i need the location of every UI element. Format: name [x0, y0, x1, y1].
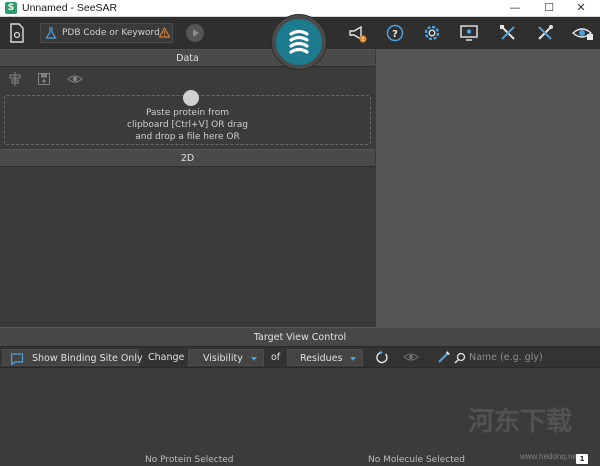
protein-status: No Protein Selected	[145, 455, 234, 465]
help-icon[interactable]: ?	[385, 23, 405, 43]
dropzone-line-1: Paste protein from	[146, 108, 229, 118]
pdb-search-field[interactable]: PDB Code or Keyword	[40, 23, 173, 43]
chevron-down-icon	[251, 357, 257, 361]
refresh-icon[interactable]	[374, 350, 389, 367]
tools-icon[interactable]	[498, 23, 518, 43]
2d-section-header[interactable]: 2D	[0, 149, 375, 167]
data-icon-row	[0, 67, 375, 91]
document-icon[interactable]	[8, 23, 26, 43]
save-icon[interactable]	[37, 72, 51, 86]
display-icon[interactable]	[459, 23, 479, 43]
chat-icon	[10, 353, 24, 366]
change-label: Change	[148, 352, 185, 363]
residue-name-placeholder: Name (e.g. gly)	[469, 352, 543, 363]
dropzone-line-3: and drop a file here OR	[135, 132, 240, 142]
search-icon	[454, 352, 466, 364]
dropzone-line-2: clipboard [Ctrl+V] OR drag	[127, 120, 248, 130]
app-icon: S	[5, 2, 17, 14]
flask-icon	[45, 27, 57, 39]
watermark-url: www.hedonq.net	[520, 452, 580, 461]
molecule-status: No Molecule Selected	[368, 455, 465, 465]
settings-icon[interactable]	[422, 23, 442, 43]
of-label: of	[271, 352, 281, 363]
visibility-value: Visibility	[203, 353, 243, 364]
target-view-toolbar: Show Binding Site Only Change Visibility…	[0, 346, 600, 368]
status-footer: No Protein Selected No Molecule Selected…	[0, 454, 600, 466]
maximize-button[interactable]: ☐	[534, 0, 564, 17]
play-icon	[193, 29, 199, 37]
minimize-button[interactable]: —	[500, 0, 530, 17]
view-icon[interactable]	[571, 23, 593, 43]
play-button[interactable]	[186, 24, 204, 42]
molecule-tools-icon[interactable]	[535, 23, 555, 43]
show-binding-site-label: Show Binding Site Only	[32, 353, 143, 364]
window-title: Unnamed - SeeSAR	[22, 2, 118, 14]
residues-value: Residues	[300, 353, 343, 364]
target-view-header[interactable]: Target View Control	[0, 327, 600, 346]
3d-view-panel[interactable]	[376, 49, 600, 327]
protein-dropzone[interactable]: Paste protein from clipboard [Ctrl+V] OR…	[4, 90, 371, 145]
svg-text:?: ?	[392, 29, 398, 40]
left-panel: Data Paste protein from clipboard [Ctrl+…	[0, 49, 375, 327]
pdb-search-text: PDB Code or Keyword	[62, 28, 160, 38]
visibility-dropdown[interactable]: Visibility	[188, 349, 264, 366]
close-button[interactable]: ✕	[566, 0, 596, 17]
show-binding-site-button[interactable]: Show Binding Site Only	[2, 349, 143, 366]
align-icon[interactable]	[8, 72, 22, 86]
watermark-logo: 河东下载	[468, 407, 573, 437]
hide-eye-icon[interactable]	[403, 350, 419, 367]
visibility-icon[interactable]	[67, 72, 83, 86]
paste-icon	[183, 90, 199, 106]
residues-dropdown[interactable]: Residues	[287, 349, 363, 366]
megaphone-icon[interactable]	[348, 23, 368, 43]
warning-icon	[158, 26, 171, 38]
chevron-down-icon	[350, 357, 356, 361]
brush-icon[interactable]	[437, 350, 451, 367]
target-view-control: Target View Control Show Binding Site On…	[0, 327, 600, 466]
residue-name-search[interactable]: Name (e.g. gly)	[452, 349, 598, 366]
seesar-logo[interactable]	[272, 15, 326, 69]
